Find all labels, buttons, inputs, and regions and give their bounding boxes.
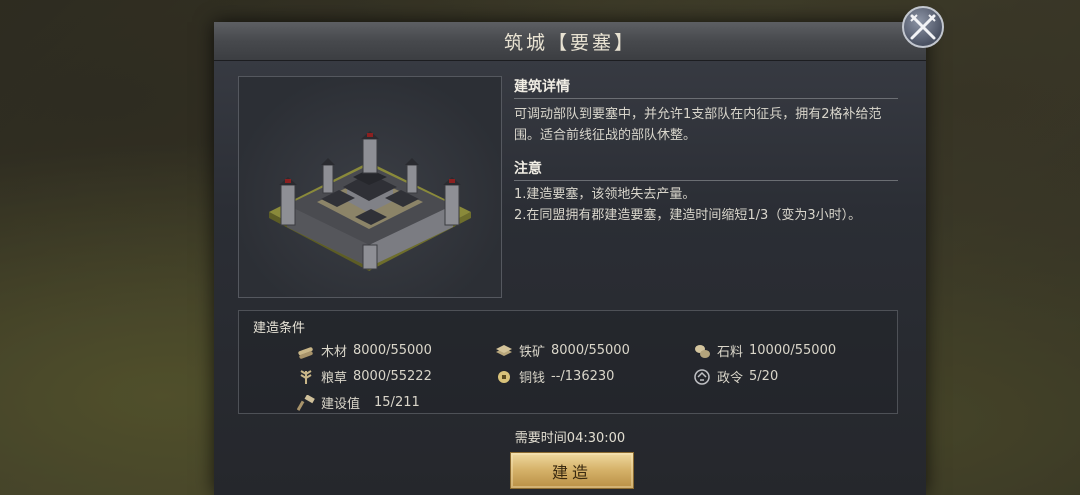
requirement-value: --/136230	[551, 369, 615, 384]
build-time: 需要时间04:30:00	[514, 431, 626, 446]
requirement-label: 铜钱	[519, 371, 546, 386]
copper-coin-icon	[498, 370, 510, 383]
hammer-icon	[297, 394, 315, 411]
requirement-copper: 铜钱 --/136230	[495, 367, 614, 386]
requirement-wood: 木材 8000/55000	[297, 341, 432, 360]
requirement-decree: 政令 5/20	[693, 367, 778, 386]
details-text: 可调动部队到要塞中，并允许1支部队在内征兵，拥有2格补给范围。适合前线征战的部队…	[514, 107, 882, 143]
note-line-1: 1.建造要塞，该领地失去产量。	[514, 187, 696, 202]
requirement-construction: 建设值 15/211	[297, 393, 420, 412]
requirement-label: 建设值	[321, 397, 361, 412]
grain-icon	[300, 369, 312, 384]
requirement-value: 5/20	[749, 369, 779, 384]
iron-ore-icon	[496, 344, 512, 356]
wood-icon	[298, 346, 313, 359]
dialog-title-bar: 筑城【要塞】	[214, 22, 926, 61]
requirement-grain: 粮草 8000/55222	[297, 367, 432, 386]
requirement-iron-ore: 铁矿 8000/55000	[495, 341, 630, 360]
fortress-image	[238, 76, 502, 298]
decree-icon	[694, 368, 710, 385]
requirement-value: 8000/55222	[353, 369, 432, 384]
build-button[interactable]: 建造	[510, 452, 634, 489]
notes-heading: 注意	[514, 158, 898, 181]
close-button[interactable]	[902, 6, 944, 48]
note-line-2: 2.在同盟拥有郡建造要塞，建造时间缩短1/3（变为3小时）。	[514, 208, 862, 223]
build-fortress-dialog: 筑城【要塞】 建筑详情 可调动部队到要塞中，并允许1支部队在内征兵，拥有2格补给…	[214, 22, 926, 495]
requirement-value: 15/211	[374, 395, 420, 410]
crossed-swords-icon	[910, 14, 936, 40]
requirement-value: 10000/55000	[749, 343, 837, 358]
dialog-title: 筑城【要塞】	[503, 31, 636, 54]
fortress-illustration	[269, 131, 471, 271]
requirement-stone: 石料 10000/55000	[693, 341, 836, 360]
details-heading: 建筑详情	[514, 76, 898, 99]
build-conditions: 建造条件 木材 8000/55000 铁矿 8000/55000 石料 1000…	[238, 310, 898, 414]
requirement-value: 8000/55000	[353, 343, 432, 358]
requirement-value: 8000/55000	[551, 343, 630, 358]
requirement-label: 木材	[321, 345, 348, 360]
requirement-label: 粮草	[321, 371, 348, 386]
requirement-label: 铁矿	[519, 345, 546, 360]
requirement-label: 政令	[717, 371, 744, 386]
stone-icon	[695, 344, 710, 358]
conditions-heading: 建造条件	[253, 321, 306, 336]
requirement-label: 石料	[717, 345, 744, 360]
